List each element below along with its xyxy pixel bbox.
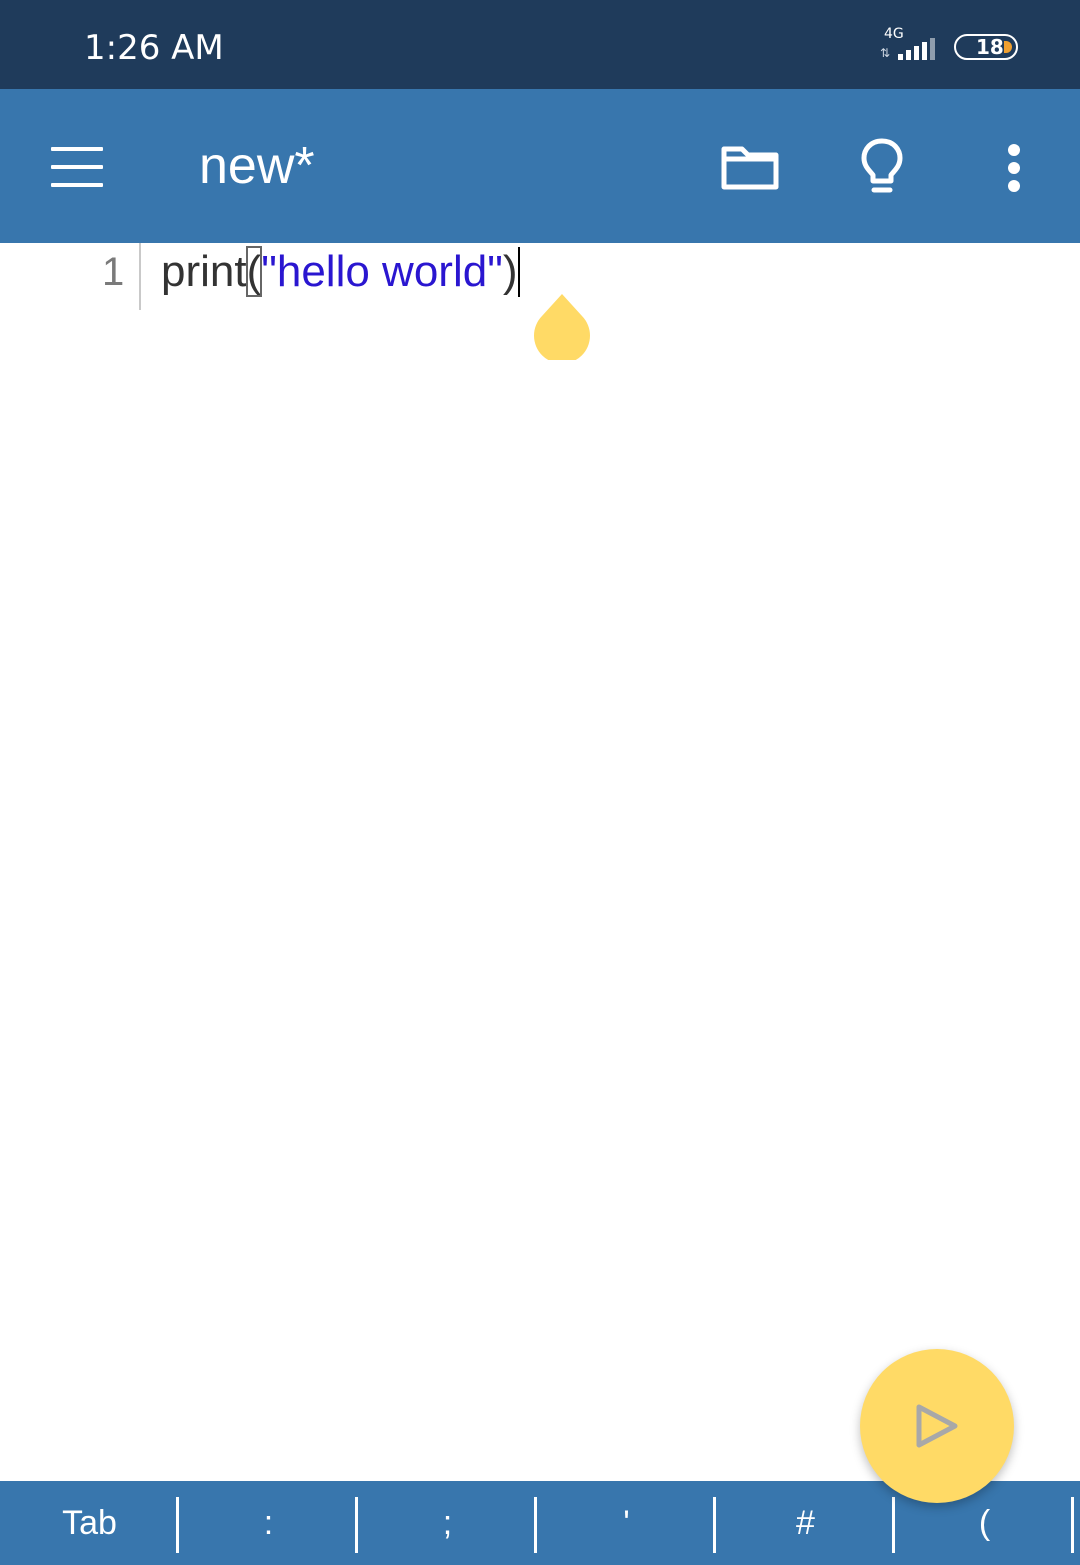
key-semicolon[interactable]: ; bbox=[358, 1481, 537, 1565]
code-line[interactable]: print("hello world") bbox=[161, 246, 521, 297]
status-time: 1:26 AM bbox=[84, 28, 224, 68]
network-type: 4G bbox=[884, 26, 904, 42]
key-label: ' bbox=[623, 1503, 630, 1542]
key-quote[interactable]: ' bbox=[537, 1481, 716, 1565]
key-label: # bbox=[796, 1503, 815, 1542]
more-vertical-icon[interactable] bbox=[1004, 143, 1024, 193]
open-folder-icon[interactable] bbox=[720, 143, 780, 191]
key-tab[interactable]: Tab bbox=[0, 1481, 179, 1565]
token-paren-close: ) bbox=[502, 247, 518, 296]
key-label: : bbox=[263, 1503, 274, 1542]
file-title: new* bbox=[199, 137, 315, 195]
token-function: print bbox=[161, 247, 247, 296]
battery-icon: 18 bbox=[954, 34, 1018, 60]
key-label: ; bbox=[442, 1503, 453, 1542]
key-label: ( bbox=[978, 1503, 991, 1542]
token-string: "hello world" bbox=[261, 247, 503, 296]
gutter-divider bbox=[139, 243, 141, 310]
play-icon bbox=[916, 1404, 958, 1448]
status-bar: 1:26 AM 4G ⇅ 18 bbox=[0, 0, 1080, 89]
battery-level: 18 bbox=[976, 35, 1004, 59]
data-arrows-icon: ⇅ bbox=[880, 46, 891, 60]
key-colon[interactable]: : bbox=[179, 1481, 358, 1565]
lightbulb-icon[interactable] bbox=[860, 137, 904, 197]
app-bar: new* bbox=[0, 89, 1080, 243]
run-button[interactable] bbox=[860, 1349, 1014, 1503]
code-editor[interactable]: 1 print("hello world") bbox=[0, 243, 1080, 1481]
text-cursor bbox=[518, 247, 521, 297]
key-label: Tab bbox=[62, 1503, 117, 1542]
cursor-handle[interactable] bbox=[534, 294, 590, 364]
hamburger-menu-icon[interactable] bbox=[51, 147, 103, 187]
token-paren-open: ( bbox=[245, 246, 263, 297]
line-number: 1 bbox=[102, 250, 125, 294]
signal-icon: 4G ⇅ bbox=[878, 26, 940, 66]
